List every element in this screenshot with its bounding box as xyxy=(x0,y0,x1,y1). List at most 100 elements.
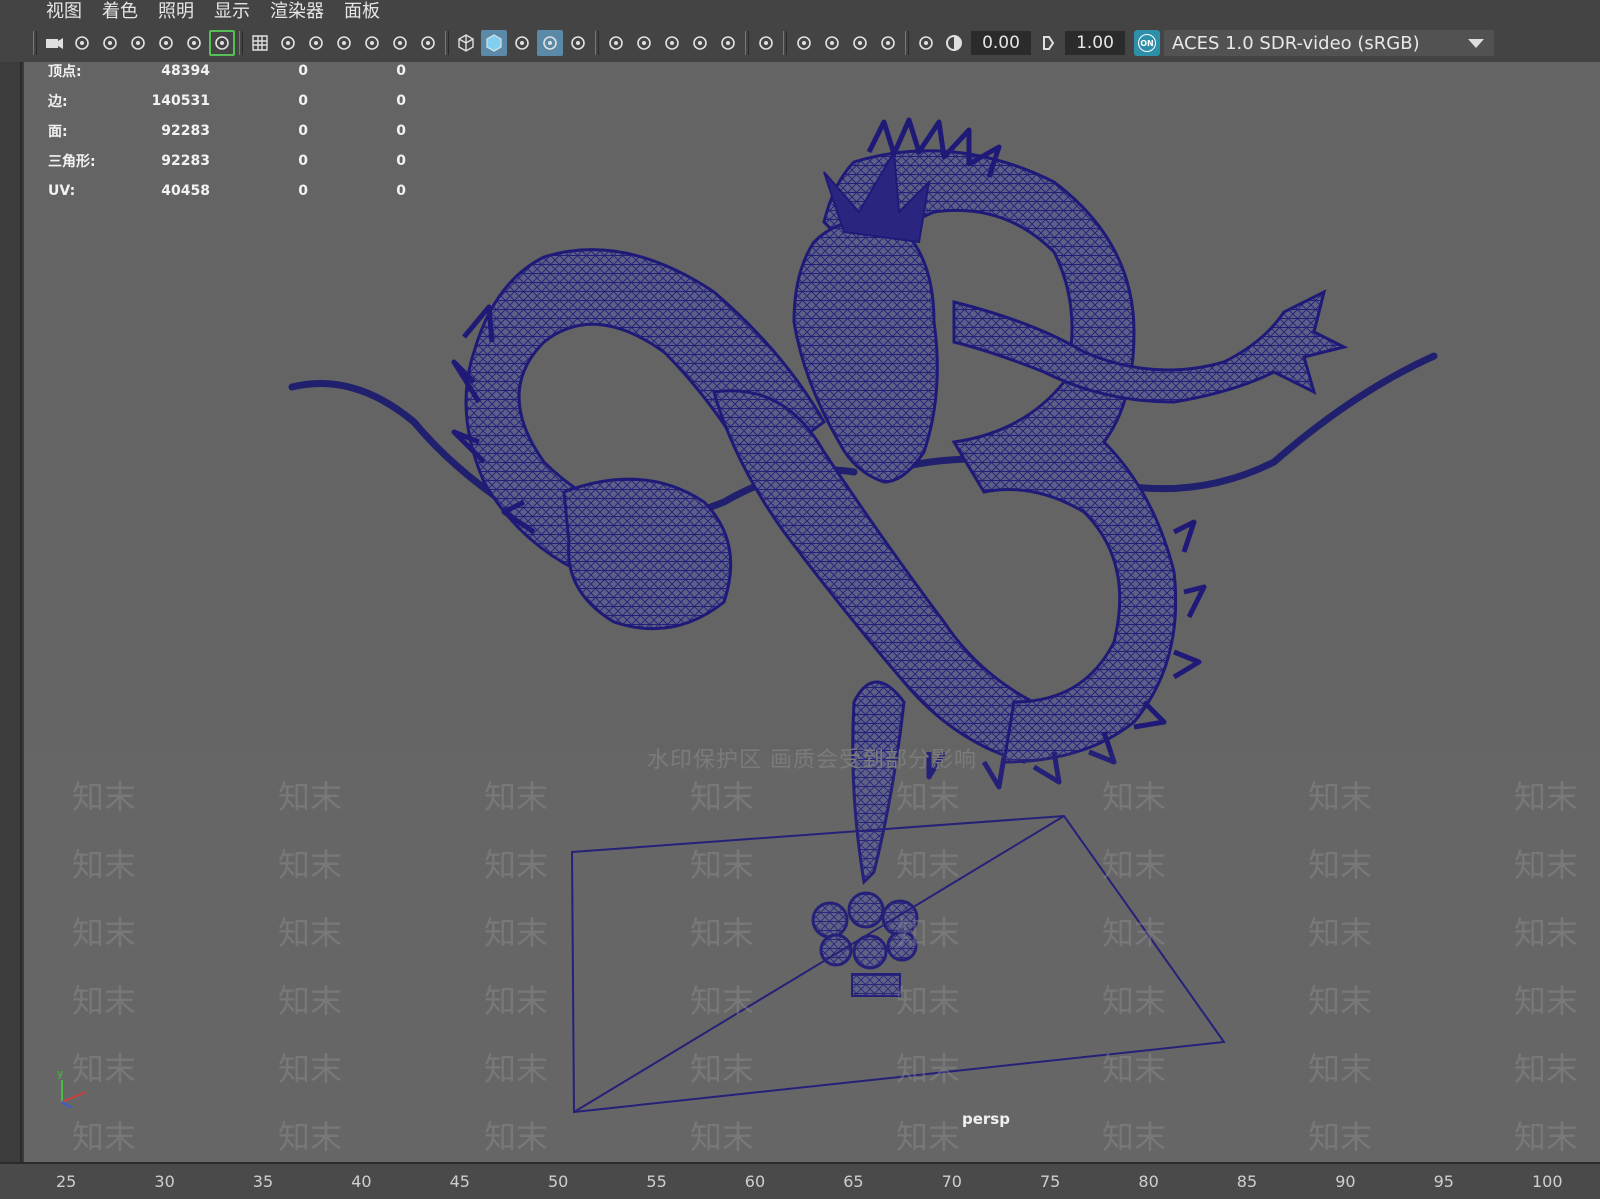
depth-of-field-icon[interactable] xyxy=(753,30,779,56)
menu-item[interactable]: 视图 xyxy=(36,0,92,24)
hud-label: 三角形: xyxy=(48,154,96,170)
watermark-text: 知末 xyxy=(72,778,137,816)
hud-value: 40458 xyxy=(161,183,210,199)
menu-item[interactable]: 面板 xyxy=(334,0,390,24)
exposure-icon[interactable] xyxy=(941,30,967,56)
watermark-text: 知末 xyxy=(1102,778,1167,816)
xray-joints-icon[interactable] xyxy=(875,30,901,56)
hud-value: 92283 xyxy=(161,123,210,139)
hud-label: UV: xyxy=(48,183,76,199)
perspective-viewport[interactable]: y 水印保护区 画质会受到部分影响 知末 知末 知末 知末 知末 知末 知末 知末 知末 知末 知末… xyxy=(24,62,1600,1162)
xray-active-icon[interactable] xyxy=(847,30,873,56)
exposure-field[interactable]: 0.00 xyxy=(971,31,1031,55)
menu-item[interactable]: 着色 xyxy=(92,0,148,24)
camera-icon[interactable] xyxy=(41,30,67,56)
wireframe-icon[interactable] xyxy=(453,30,479,56)
hud-label: 顶点: xyxy=(48,64,82,80)
exposure-icon[interactable] xyxy=(913,30,939,56)
screen-space-ao-icon[interactable] xyxy=(659,30,685,56)
hud-value: 92283 xyxy=(161,153,210,169)
toolbar-separator xyxy=(745,31,749,55)
grid-icon[interactable] xyxy=(247,30,273,56)
hud-col2: 0 xyxy=(298,123,308,139)
watermark-text: 知末 xyxy=(1514,1050,1579,1088)
camera-lock-icon[interactable] xyxy=(97,30,123,56)
smooth-shade-icon[interactable] xyxy=(481,30,507,56)
timeline-tick: 60 xyxy=(744,1172,766,1191)
color-space-value: ACES 1.0 SDR-video (sRGB) xyxy=(1172,32,1420,54)
hud-label: 面: xyxy=(48,124,68,140)
toolbar-separator xyxy=(33,31,37,55)
xray-icon[interactable] xyxy=(819,30,845,56)
color-space-dropdown[interactable]: ACES 1.0 SDR-video (sRGB) xyxy=(1164,30,1494,56)
timeline-tick: 100 xyxy=(1532,1172,1563,1191)
wireframe-on-shaded-icon[interactable] xyxy=(537,30,563,56)
menu-item[interactable]: 显示 xyxy=(204,0,260,24)
gamma-field[interactable]: 1.00 xyxy=(1065,31,1125,55)
multisample-aa-icon[interactable] xyxy=(715,30,741,56)
color-management-toggle[interactable]: ON xyxy=(1134,30,1160,56)
timeline-tick: 30 xyxy=(154,1172,175,1191)
watermark-text: 知末 xyxy=(1514,1118,1579,1156)
menu-item[interactable]: 渲染器 xyxy=(260,0,334,24)
hud-row: 边: 140531 0 0 xyxy=(48,86,406,116)
hud-row: UV: 40458 0 0 xyxy=(48,176,406,206)
watermark-text: 知末 xyxy=(72,846,137,884)
isolate-select-icon[interactable] xyxy=(791,30,817,56)
watermark-text: 知末 xyxy=(1102,914,1167,952)
watermark-text: 知末 xyxy=(690,846,755,884)
toolbar-separator xyxy=(595,31,599,55)
watermark-text: 知末 xyxy=(72,982,137,1020)
watermark-text: 知末 xyxy=(896,982,961,1020)
timeline-tick: 45 xyxy=(449,1172,470,1191)
watermark-text: 知末 xyxy=(896,778,961,816)
watermark-text: 知末 xyxy=(690,1118,755,1156)
resolution-gate-icon[interactable] xyxy=(303,30,329,56)
hud-col2: 0 xyxy=(298,93,308,109)
gamma-icon[interactable] xyxy=(1035,30,1061,56)
use-all-lights-icon[interactable] xyxy=(603,30,629,56)
watermark-text: 知末 xyxy=(1308,778,1373,816)
hud-col3: 0 xyxy=(396,183,406,199)
watermark-text: 知末 xyxy=(72,1050,137,1088)
timeline-tick: 35 xyxy=(252,1172,274,1191)
2d-pan-zoom-icon[interactable] xyxy=(181,30,207,56)
time-slider[interactable]: 25 30 35 40 45 50 55 60 65 70 75 80 85 90 95 100 xyxy=(0,1162,1600,1199)
field-chart-icon[interactable] xyxy=(359,30,385,56)
watermark-text: 知末 xyxy=(484,982,549,1020)
watermark-text: 知末 xyxy=(1308,982,1373,1020)
gate-mask-icon[interactable] xyxy=(331,30,357,56)
timeline-tick: 80 xyxy=(1138,1172,1159,1191)
menu-item[interactable]: 照明 xyxy=(148,0,204,24)
watermark-text: 知末 xyxy=(1102,1118,1167,1156)
toolbar-separator xyxy=(905,31,909,55)
watermark-text: 知末 xyxy=(896,914,961,952)
watermark-text: 知末 xyxy=(896,1050,961,1088)
shadows-icon[interactable] xyxy=(631,30,657,56)
viewport-toolbar: 0.00 1.00 ON ACES 1.0 SDR-video (sRGB) xyxy=(0,24,1600,62)
timeline-tick: 50 xyxy=(548,1172,569,1191)
film-gate-icon[interactable] xyxy=(275,30,301,56)
motion-blur-icon[interactable] xyxy=(687,30,713,56)
watermark-text: 知末 xyxy=(484,846,549,884)
hud-col2: 0 xyxy=(298,183,308,199)
hud-col3: 0 xyxy=(396,93,406,109)
image-plane-icon[interactable] xyxy=(153,30,179,56)
watermark-text: 知末 xyxy=(1308,1050,1373,1088)
bookmark-icon[interactable] xyxy=(125,30,151,56)
toolbar-separator xyxy=(783,31,787,55)
textured-icon[interactable] xyxy=(565,30,591,56)
safe-action-icon[interactable] xyxy=(387,30,413,56)
watermark-text: 知末 xyxy=(278,778,343,816)
hud-col3: 0 xyxy=(396,123,406,139)
grease-pencil-icon[interactable] xyxy=(209,30,235,56)
watermark-text: 知末 xyxy=(1308,914,1373,952)
safe-title-icon[interactable] xyxy=(415,30,441,56)
timeline-tick: 65 xyxy=(843,1172,864,1191)
use-default-material-icon[interactable] xyxy=(509,30,535,56)
watermark-text: 知末 xyxy=(690,982,755,1020)
watermark-text: 知末 xyxy=(1514,982,1579,1020)
watermark-text: 知末 xyxy=(72,1118,137,1156)
watermark-text: 知末 xyxy=(896,846,961,884)
camera-attributes-icon[interactable] xyxy=(69,30,95,56)
